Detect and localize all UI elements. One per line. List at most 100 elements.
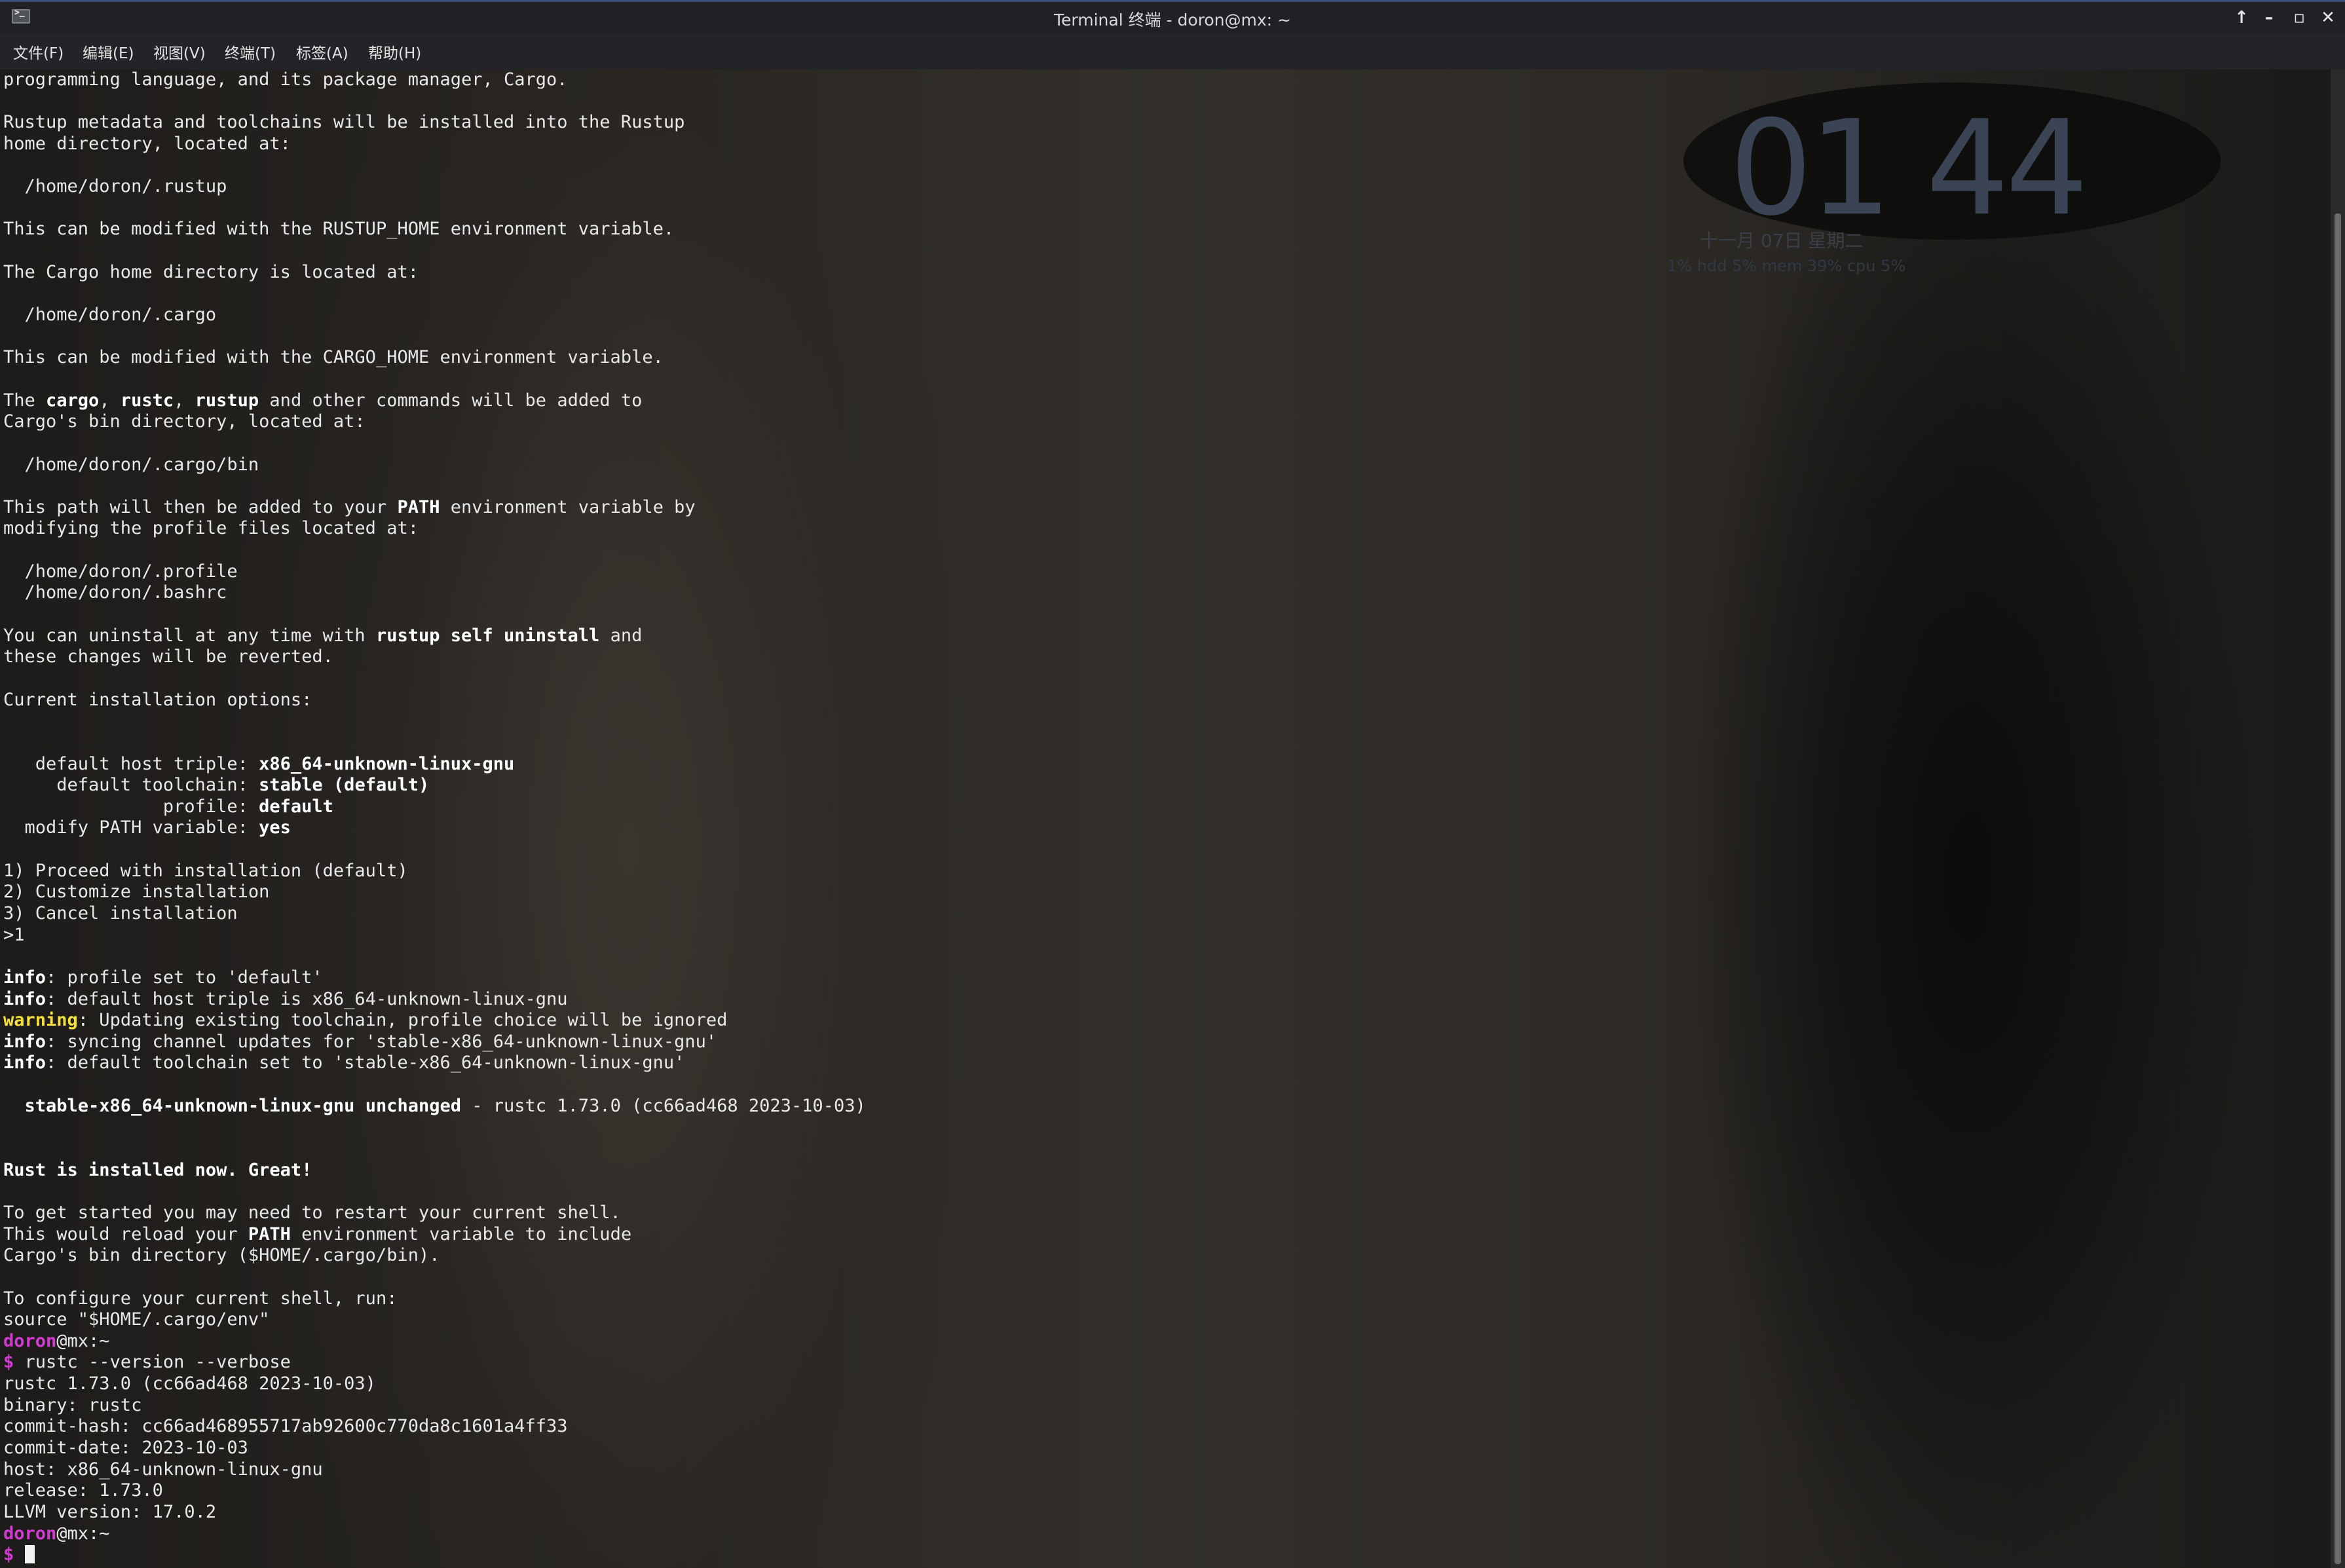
terminal-text-segment: - rustc 1.73.0 (cc66ad468 2023-10-03) <box>461 1095 866 1116</box>
terminal-line: info: default host triple is x86_64-unkn… <box>3 989 866 1011</box>
terminal-text-segment: home directory, located at: <box>3 133 291 154</box>
terminal-line: The cargo, rustc, rustup and other comma… <box>3 390 866 412</box>
terminal-text-segment: these changes will be reverted. <box>3 646 333 667</box>
terminal-text-segment: source "$HOME/.cargo/env" <box>3 1309 270 1330</box>
terminal-line: Rustup metadata and toolchains will be i… <box>3 112 866 134</box>
terminal-text-segment: doron <box>3 1330 57 1351</box>
keep-above-icon[interactable]: ↑ <box>2228 6 2255 29</box>
terminal-line: /home/doron/.cargo/bin <box>3 455 866 476</box>
terminal-text-segment: rustup <box>195 390 259 411</box>
terminal-line: This path will then be added to your PAT… <box>3 497 866 519</box>
menu-view[interactable]: 视图(V) <box>153 41 206 63</box>
terminal-text-segment: Cargo's bin directory, located at: <box>3 411 366 432</box>
terminal-text-segment: binary: rustc <box>3 1394 142 1415</box>
terminal-text-segment: rustc --version --verbose <box>14 1352 291 1373</box>
terminal-line: stable-x86_64-unknown-linux-gnu unchange… <box>3 1096 866 1117</box>
menu-terminal[interactable]: 终端(T) <box>225 41 276 63</box>
close-icon[interactable]: ✕ <box>2315 6 2341 29</box>
terminal-text-segment: and other commands will be added to <box>259 390 643 411</box>
terminal-text-segment: info <box>3 988 47 1009</box>
terminal-text: programming language, and its package ma… <box>3 69 866 1566</box>
terminal-text-segment: You can uninstall at any time with <box>3 625 376 646</box>
terminal-line: info: syncing channel updates for 'stabl… <box>3 1032 866 1053</box>
terminal-text-segment: PATH <box>248 1223 291 1244</box>
terminal-text-segment: /home/doron/.cargo <box>3 305 217 326</box>
wallpaper-figure-man <box>1677 109 2266 1568</box>
terminal-text-segment: The <box>3 390 47 411</box>
terminal-line: This would reload your PATH environment … <box>3 1224 866 1246</box>
terminal-text-segment: PATH <box>397 496 440 517</box>
terminal-line: host: x86_64-unknown-linux-gnu <box>3 1459 866 1481</box>
terminal-line: commit-hash: cc66ad468955717ab92600c770d… <box>3 1416 866 1438</box>
terminal-line: info: profile set to 'default' <box>3 967 866 989</box>
terminal-text-segment: To get started you may need to restart y… <box>3 1202 621 1223</box>
terminal-output[interactable]: 01 44 十一月 07日 星期二 1% hdd 5% mem 39% cpu … <box>0 69 2331 1568</box>
terminal-line: profile: default <box>3 796 866 818</box>
prompt-symbol: $ <box>3 1544 14 1565</box>
menu-file[interactable]: 文件(F) <box>13 41 64 63</box>
terminal-line: commit-date: 2023-10-03 <box>3 1438 866 1459</box>
terminal-text-segment: 1) Proceed with installation (default) <box>3 860 408 881</box>
terminal-text-segment: info <box>3 967 47 988</box>
terminal-line: /home/doron/.rustup <box>3 176 866 198</box>
terminal-text-segment: default <box>259 796 333 817</box>
terminal-text-segment: : default toolchain set to 'stable-x86_6… <box>46 1053 685 1073</box>
prompt-line[interactable]: $ <box>3 1544 866 1566</box>
terminal-text-segment: profile: <box>3 796 259 817</box>
terminal-line: Cargo's bin directory ($HOME/.cargo/bin)… <box>3 1245 866 1267</box>
terminal-line: You can uninstall at any time with rustu… <box>3 625 866 647</box>
terminal-text-segment: This path will then be added to your <box>3 496 398 517</box>
terminal-text-segment: commit-date: 2023-10-03 <box>3 1438 248 1458</box>
terminal-line: Rust is installed now. Great! <box>3 1160 866 1182</box>
terminal-text-segment: : syncing channel updates for 'stable-x8… <box>46 1031 717 1052</box>
terminal-text-segment: cargo <box>46 390 100 411</box>
terminal-text-segment: Cargo's bin directory ($HOME/.cargo/bin)… <box>3 1245 440 1266</box>
terminal-text-segment: This would reload your <box>3 1223 248 1244</box>
terminal-text-segment: modify PATH variable: <box>3 817 259 838</box>
text-cursor[interactable] <box>24 1545 35 1564</box>
clock-widget-date: 十一月 07日 星期二 <box>1700 230 1864 252</box>
scrollbar[interactable] <box>2331 69 2345 1568</box>
terminal-text-segment: 3) Cancel installation <box>3 903 238 924</box>
terminal-text-segment: >1 <box>3 924 25 945</box>
terminal-text-segment: , <box>99 390 121 411</box>
terminal-text-segment: : profile set to 'default' <box>46 967 323 988</box>
menu-tabs[interactable]: 标签(A) <box>296 41 348 63</box>
terminal-text-segment: /home/doron/.rustup <box>3 176 227 197</box>
terminal-line: these changes will be reverted. <box>3 646 866 668</box>
terminal-text-segment: : Updating existing toolchain, profile c… <box>77 1010 728 1031</box>
minimize-icon[interactable]: – <box>2256 6 2282 29</box>
terminal-line: doron@mx:~ <box>3 1523 866 1545</box>
terminal-line: LLVM version: 17.0.2 <box>3 1502 866 1523</box>
title-bar[interactable]: Terminal 终端 - doron@mx: ~ ↑ – ▫ ✕ <box>0 0 2345 34</box>
menu-help[interactable]: 帮助(H) <box>368 41 421 63</box>
terminal-line: The Cargo home directory is located at: <box>3 262 866 284</box>
terminal-text-segment: modifying the profile files located at: <box>3 518 419 539</box>
maximize-icon[interactable]: ▫ <box>2286 6 2312 29</box>
terminal-text-segment: host: x86_64-unknown-linux-gnu <box>3 1459 323 1480</box>
terminal-text-segment: /home/doron/.profile <box>3 561 238 582</box>
terminal-line: doron@mx:~ <box>3 1331 866 1353</box>
terminal-text-segment: warning <box>3 1010 78 1031</box>
menu-edit[interactable]: 编辑(E) <box>83 41 134 63</box>
scrollbar-thumb[interactable] <box>2335 214 2341 1564</box>
terminal-line: >1 <box>3 925 866 946</box>
terminal-line: release: 1.73.0 <box>3 1480 866 1502</box>
terminal-text-segment: stable-x86_64-unknown-linux-gnu unchange… <box>24 1095 461 1116</box>
terminal-text-segment: 2) Customize installation <box>3 882 270 903</box>
